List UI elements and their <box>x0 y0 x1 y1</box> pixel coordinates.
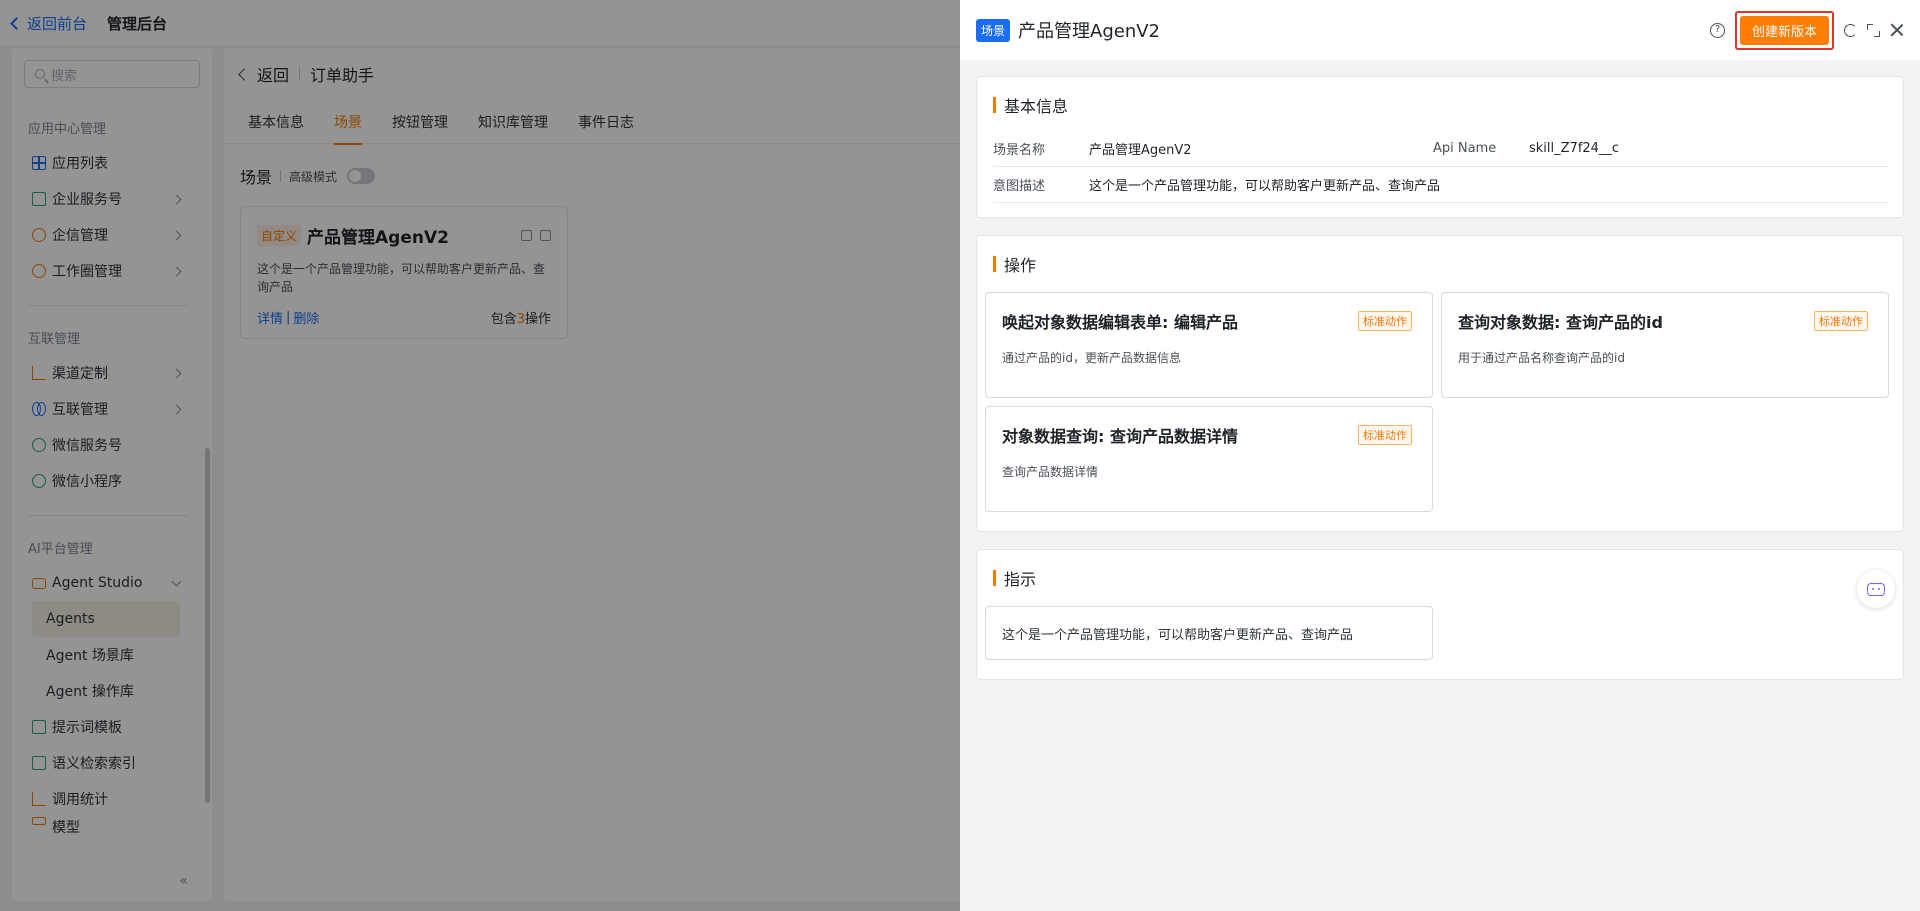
operation-description: 通过产品的id，更新产品数据信息 <box>1002 351 1181 365</box>
basic-info-section: 基本信息 场景名称 产品管理AgenV2 Api Name skill_Z7f2… <box>976 76 1904 218</box>
api-name-row: Api Name skill_Z7f24__c <box>1433 131 1888 167</box>
create-button-highlight: 创建新版本 <box>1734 10 1834 50</box>
scene-name-label: 场景名称 <box>993 143 1046 158</box>
standard-action-tag: 标准动作 <box>1358 311 1412 331</box>
robot-icon <box>1867 582 1885 596</box>
operation-description: 查询产品数据详情 <box>1002 465 1099 479</box>
api-name-label: Api Name <box>1433 141 1497 156</box>
section-title-text: 基本信息 <box>1004 97 1069 116</box>
operation-card[interactable]: 查询对象数据: 查询产品的id 标准动作 用于通过产品名称查询产品的id <box>1441 292 1889 398</box>
create-new-version-button[interactable]: 创建新版本 <box>1739 15 1829 45</box>
section-accent-bar <box>993 97 996 113</box>
api-name-value: skill_Z7f24__c <box>1529 141 1620 156</box>
close-icon[interactable] <box>1890 23 1904 37</box>
instruction-text-box: 这个是一个产品管理功能，可以帮助客户更新产品、查询产品 <box>985 606 1433 660</box>
intent-row: 意图描述 这个是一个产品管理功能，可以帮助客户更新产品、查询产品 <box>993 167 1888 203</box>
instruction-title: 指示 <box>977 550 1903 590</box>
section-title-text: 指示 <box>1004 570 1037 589</box>
operation-title: 唤起对象数据编辑表单: 编辑产品 <box>1002 313 1238 332</box>
section-title-text: 操作 <box>1004 256 1037 275</box>
operations-title: 操作 <box>977 236 1903 276</box>
section-accent-bar <box>993 256 996 272</box>
operations-grid: 唤起对象数据编辑表单: 编辑产品 标准动作 通过产品的id，更新产品数据信息 查… <box>985 292 1889 512</box>
section-accent-bar <box>993 570 996 586</box>
drawer-header: 场景 产品管理AgenV2 ? 创建新版本 <box>960 0 1920 60</box>
basic-info-grid: 场景名称 产品管理AgenV2 Api Name skill_Z7f24__c … <box>993 131 1888 203</box>
operation-title: 查询对象数据: 查询产品的id <box>1458 313 1663 332</box>
drawer-actions: ? 创建新版本 <box>1709 10 1920 50</box>
operation-card[interactable]: 唤起对象数据编辑表单: 编辑产品 标准动作 通过产品的id，更新产品数据信息 <box>985 292 1433 398</box>
operations-section: 操作 唤起对象数据编辑表单: 编辑产品 标准动作 通过产品的id，更新产品数据信… <box>976 235 1904 532</box>
scene-detail-drawer: 场景 产品管理AgenV2 ? 创建新版本 基本信息 场景名称 产品管理Agen… <box>960 0 1920 911</box>
scene-badge: 场景 <box>976 18 1011 42</box>
basic-info-title: 基本信息 <box>977 77 1903 117</box>
help-icon[interactable]: ? <box>1709 22 1725 38</box>
ai-assistant-button[interactable] <box>1857 570 1895 608</box>
intent-label: 意图描述 <box>993 179 1046 194</box>
standard-action-tag: 标准动作 <box>1814 311 1868 331</box>
operation-card[interactable]: 对象数据查询: 查询产品数据详情 标准动作 查询产品数据详情 <box>985 406 1433 512</box>
fullscreen-icon[interactable] <box>1867 23 1880 37</box>
drawer-title: 产品管理AgenV2 <box>1018 21 1161 42</box>
operation-description: 用于通过产品名称查询产品的id <box>1458 351 1625 365</box>
refresh-icon[interactable] <box>1844 23 1857 37</box>
scene-name-row: 场景名称 产品管理AgenV2 <box>993 131 1433 167</box>
instruction-section: 指示 这个是一个产品管理功能，可以帮助客户更新产品、查询产品 <box>976 549 1904 680</box>
intent-value: 这个是一个产品管理功能，可以帮助客户更新产品、查询产品 <box>1089 179 1441 194</box>
scene-name-value: 产品管理AgenV2 <box>1089 143 1192 158</box>
standard-action-tag: 标准动作 <box>1358 425 1412 445</box>
operation-title: 对象数据查询: 查询产品数据详情 <box>1002 427 1238 446</box>
